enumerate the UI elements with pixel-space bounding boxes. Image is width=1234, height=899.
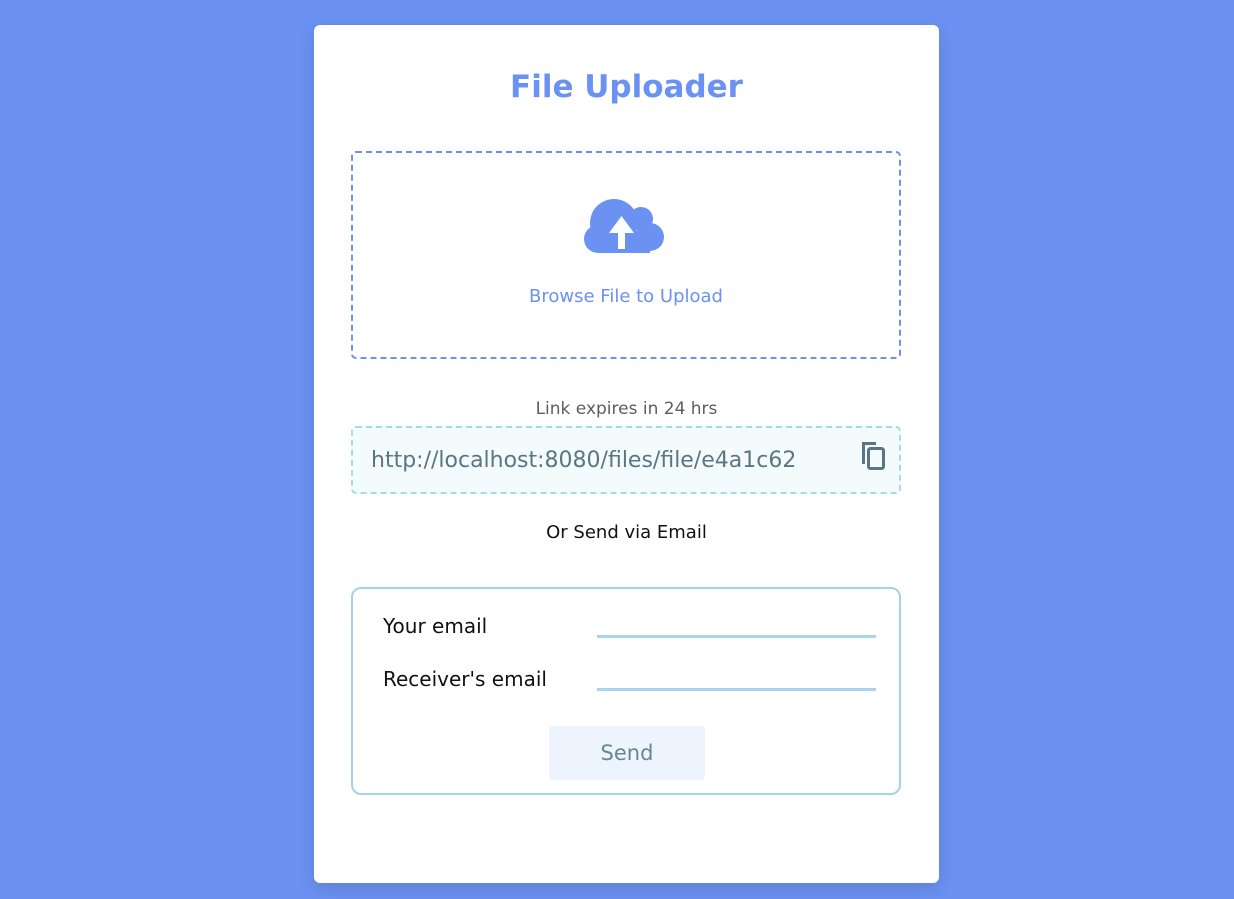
file-drop-zone[interactable]: Browse File to Upload	[351, 151, 901, 359]
receiver-email-input[interactable]	[597, 664, 876, 691]
page-title: File Uploader	[510, 69, 743, 105]
receiver-email-row: Receiver's email	[383, 664, 878, 694]
send-via-email-text: Or Send via Email	[546, 522, 707, 543]
share-link-box	[351, 426, 901, 494]
email-form: Your email Receiver's email Send	[351, 587, 901, 795]
your-email-label: Your email	[383, 614, 488, 638]
browse-file-label: Browse File to Upload	[529, 286, 723, 307]
receiver-email-label: Receiver's email	[383, 667, 547, 691]
copy-icon[interactable]	[859, 440, 887, 472]
link-expiry-text: Link expires in 24 hrs	[535, 399, 718, 419]
your-email-input[interactable]	[597, 611, 876, 638]
uploader-card: File Uploader Browse File to Upload Link…	[314, 25, 939, 883]
share-link-input[interactable]	[371, 442, 843, 478]
cloud-upload-icon	[584, 199, 664, 253]
send-button[interactable]: Send	[549, 726, 705, 780]
your-email-row: Your email	[383, 611, 878, 641]
